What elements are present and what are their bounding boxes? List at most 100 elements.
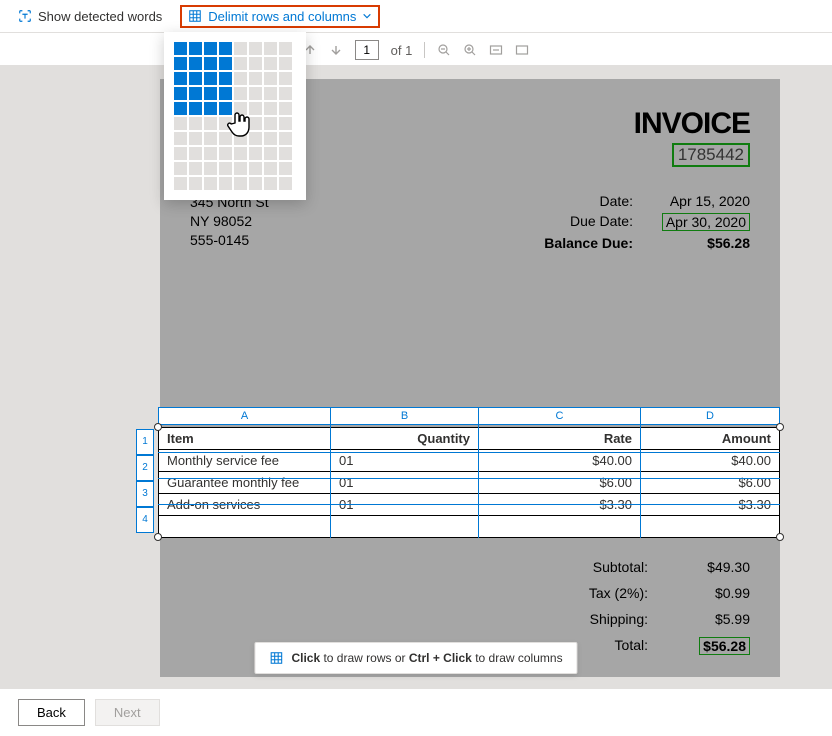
grid-cell[interactable] — [174, 72, 187, 85]
grid-cell[interactable] — [279, 162, 292, 175]
grid-size-picker[interactable] — [164, 32, 306, 200]
col-a[interactable]: A — [159, 408, 331, 424]
grid-cell[interactable] — [174, 102, 187, 115]
grid-cell[interactable] — [174, 147, 187, 160]
grid-cell[interactable] — [264, 117, 277, 130]
grid-cell[interactable] — [219, 57, 232, 70]
grid-cell[interactable] — [264, 72, 277, 85]
grid-cell[interactable] — [219, 72, 232, 85]
grid-cells[interactable] — [174, 42, 296, 190]
fit-width-icon[interactable] — [489, 43, 503, 57]
next-page-icon[interactable] — [329, 43, 343, 57]
grid-cell[interactable] — [189, 57, 202, 70]
zoom-out-icon[interactable] — [437, 43, 451, 57]
grid-cell[interactable] — [264, 87, 277, 100]
grid-cell[interactable] — [279, 117, 292, 130]
grid-cell[interactable] — [189, 42, 202, 55]
grid-cell[interactable] — [264, 147, 277, 160]
grid-cell[interactable] — [279, 42, 292, 55]
grid-cell[interactable] — [279, 72, 292, 85]
grid-cell[interactable] — [219, 132, 232, 145]
grid-cell[interactable] — [279, 102, 292, 115]
grid-cell[interactable] — [279, 177, 292, 190]
grid-cell[interactable] — [189, 177, 202, 190]
row-1[interactable]: 1 — [136, 429, 154, 455]
grid-cell[interactable] — [174, 162, 187, 175]
grid-cell[interactable] — [279, 132, 292, 145]
grid-cell[interactable] — [279, 87, 292, 100]
table-selection-overlay[interactable]: A B C D 1 2 3 4 Item Quantity Rate Amoun… — [158, 407, 798, 538]
grid-cell[interactable] — [279, 57, 292, 70]
grid-cell[interactable] — [204, 132, 217, 145]
grid-cell[interactable] — [204, 147, 217, 160]
col-d[interactable]: D — [641, 408, 779, 424]
grid-cell[interactable] — [234, 87, 247, 100]
grid-cell[interactable] — [234, 102, 247, 115]
grid-cell[interactable] — [219, 102, 232, 115]
grid-cell[interactable] — [189, 147, 202, 160]
grid-cell[interactable] — [189, 102, 202, 115]
grid-cell[interactable] — [234, 72, 247, 85]
grid-cell[interactable] — [264, 42, 277, 55]
grid-cell[interactable] — [219, 147, 232, 160]
resize-handle[interactable] — [154, 423, 162, 431]
grid-cell[interactable] — [264, 177, 277, 190]
grid-cell[interactable] — [249, 72, 262, 85]
grid-cell[interactable] — [174, 117, 187, 130]
grid-cell[interactable] — [234, 57, 247, 70]
grid-cell[interactable] — [204, 162, 217, 175]
grid-cell[interactable] — [189, 162, 202, 175]
grid-cell[interactable] — [219, 87, 232, 100]
grid-cell[interactable] — [264, 57, 277, 70]
grid-cell[interactable] — [189, 117, 202, 130]
row-3[interactable]: 3 — [136, 481, 154, 507]
grid-cell[interactable] — [249, 162, 262, 175]
grid-cell[interactable] — [264, 162, 277, 175]
page-number-input[interactable] — [355, 40, 379, 60]
grid-cell[interactable] — [174, 57, 187, 70]
back-button[interactable]: Back — [18, 699, 85, 726]
grid-cell[interactable] — [264, 102, 277, 115]
grid-cell[interactable] — [174, 42, 187, 55]
grid-cell[interactable] — [219, 42, 232, 55]
grid-cell[interactable] — [249, 102, 262, 115]
resize-handle[interactable] — [776, 533, 784, 541]
zoom-in-icon[interactable] — [463, 43, 477, 57]
grid-cell[interactable] — [264, 132, 277, 145]
row-2[interactable]: 2 — [136, 455, 154, 481]
grid-cell[interactable] — [249, 147, 262, 160]
grid-cell[interactable] — [204, 102, 217, 115]
grid-cell[interactable] — [204, 177, 217, 190]
grid-cell[interactable] — [234, 147, 247, 160]
grid-cell[interactable] — [234, 177, 247, 190]
delimit-rows-columns-button[interactable]: Delimit rows and columns — [180, 5, 380, 28]
grid-cell[interactable] — [189, 132, 202, 145]
grid-cell[interactable] — [219, 117, 232, 130]
grid-cell[interactable] — [204, 42, 217, 55]
grid-cell[interactable] — [174, 87, 187, 100]
grid-cell[interactable] — [249, 42, 262, 55]
grid-cell[interactable] — [249, 117, 262, 130]
grid-cell[interactable] — [174, 132, 187, 145]
grid-cell[interactable] — [189, 72, 202, 85]
row-4[interactable]: 4 — [136, 507, 154, 533]
grid-cell[interactable] — [204, 87, 217, 100]
col-c[interactable]: C — [479, 408, 641, 424]
grid-cell[interactable] — [219, 162, 232, 175]
grid-cell[interactable] — [234, 162, 247, 175]
grid-cell[interactable] — [204, 72, 217, 85]
show-detected-words-button[interactable]: Show detected words — [18, 9, 162, 24]
grid-cell[interactable] — [174, 177, 187, 190]
grid-cell[interactable] — [189, 87, 202, 100]
grid-cell[interactable] — [234, 42, 247, 55]
grid-cell[interactable] — [249, 177, 262, 190]
grid-cell[interactable] — [249, 57, 262, 70]
grid-cell[interactable] — [249, 87, 262, 100]
resize-handle[interactable] — [154, 533, 162, 541]
grid-cell[interactable] — [204, 117, 217, 130]
grid-cell[interactable] — [279, 147, 292, 160]
grid-cell[interactable] — [249, 132, 262, 145]
grid-cell[interactable] — [204, 57, 217, 70]
col-b[interactable]: B — [331, 408, 479, 424]
resize-handle[interactable] — [776, 423, 784, 431]
